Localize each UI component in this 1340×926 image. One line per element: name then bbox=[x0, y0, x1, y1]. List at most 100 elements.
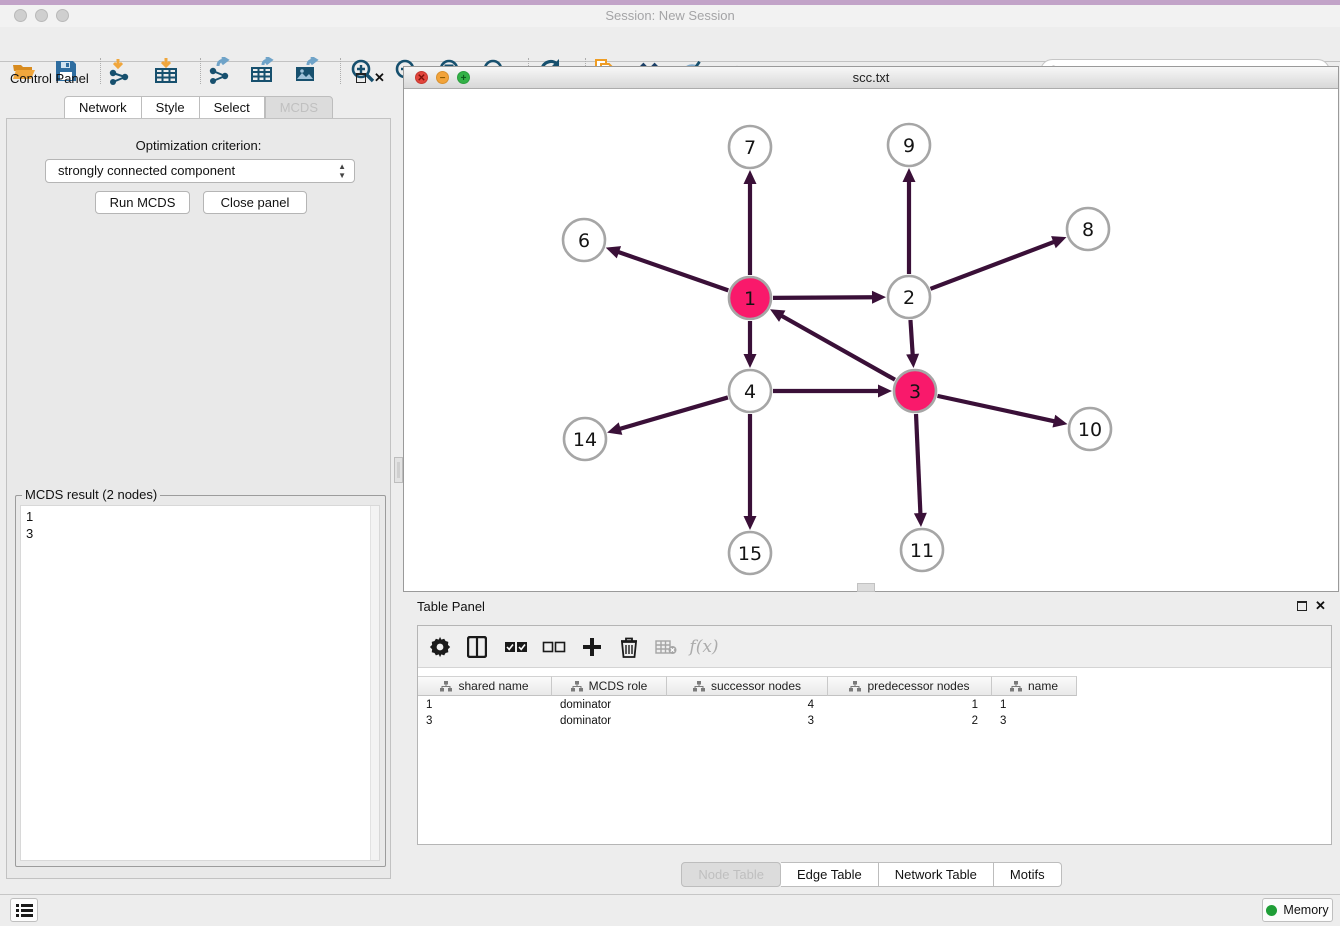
tab-node-table[interactable]: Node Table bbox=[681, 862, 781, 887]
graph-node-9[interactable]: 9 bbox=[888, 124, 930, 166]
mcds-result-title: MCDS result (2 nodes) bbox=[22, 487, 160, 502]
graph-node-6[interactable]: 6 bbox=[563, 219, 605, 261]
float-table-panel-icon[interactable] bbox=[1297, 601, 1307, 611]
graph-edge-arrowhead bbox=[906, 354, 919, 368]
table-mode-gear-button[interactable] bbox=[426, 633, 454, 661]
network-graph-canvas[interactable]: 7 9 6 8 1 2 4 3 14 10 15 11 bbox=[404, 89, 1338, 591]
graph-edge-3-10[interactable] bbox=[937, 396, 1056, 422]
svg-text:3: 3 bbox=[909, 381, 921, 403]
delete-columns-button[interactable] bbox=[615, 633, 643, 661]
tab-select[interactable]: Select bbox=[200, 96, 265, 119]
column-header-MCDS-role[interactable]: MCDS role bbox=[552, 676, 667, 696]
titlebar[interactable]: Session: New Session bbox=[0, 5, 1340, 27]
graph-node-3[interactable]: 3 bbox=[894, 370, 936, 412]
svg-text:8: 8 bbox=[1082, 219, 1094, 241]
graph-node-11[interactable]: 11 bbox=[901, 529, 943, 571]
table-panel-buttons: ✕ bbox=[1297, 601, 1326, 611]
import-network-button[interactable] bbox=[106, 57, 134, 85]
graph-edge-arrowhead bbox=[914, 513, 927, 527]
dropdown-stepper-icon: ▲▼ bbox=[338, 162, 346, 180]
memory-label: Memory bbox=[1283, 903, 1328, 917]
graph-edge-3-11[interactable] bbox=[916, 414, 920, 516]
table-cell: dominator bbox=[552, 697, 667, 713]
horizontal-split-handle[interactable] bbox=[857, 583, 875, 592]
table-row[interactable]: 3dominator323 bbox=[418, 713, 1077, 729]
import-table-button[interactable] bbox=[152, 57, 180, 85]
table-cell: 3 bbox=[418, 713, 552, 729]
close-panel-icon[interactable]: ✕ bbox=[374, 73, 385, 83]
float-panel-icon[interactable] bbox=[356, 73, 366, 83]
memory-button[interactable]: Memory bbox=[1262, 898, 1333, 922]
table-header-row: shared nameMCDS role successor nodes prede… bbox=[418, 676, 1077, 696]
export-network-button[interactable] bbox=[206, 57, 234, 85]
toolbar-separator bbox=[100, 58, 101, 84]
node-table-container: f(x) shared nameMCDS role successor nodes… bbox=[417, 625, 1332, 845]
table-panel-tabs: Node TableEdge TableNetwork TableMotifs bbox=[403, 862, 1340, 887]
tab-network[interactable]: Network bbox=[64, 96, 142, 119]
graph-edge-2-3[interactable] bbox=[910, 320, 912, 357]
column-header-name[interactable]: name bbox=[992, 676, 1077, 696]
column-header-shared-name[interactable]: shared name bbox=[418, 676, 552, 696]
window-title: Session: New Session bbox=[0, 8, 1340, 23]
memory-status-dot bbox=[1266, 905, 1277, 916]
close-panel-button[interactable]: Close panel bbox=[203, 191, 307, 214]
optimization-criterion-label: Optimization criterion: bbox=[7, 138, 390, 153]
graph-node-10[interactable]: 10 bbox=[1069, 408, 1111, 450]
graph-edge-arrowhead bbox=[744, 170, 757, 184]
toolbar-separator bbox=[200, 58, 201, 84]
tab-mcds[interactable]: MCDS bbox=[265, 96, 333, 119]
graph-node-7[interactable]: 7 bbox=[729, 126, 771, 168]
graph-node-4[interactable]: 4 bbox=[729, 370, 771, 412]
graph-node-8[interactable]: 8 bbox=[1067, 208, 1109, 250]
tab-motifs[interactable]: Motifs bbox=[994, 862, 1062, 887]
graph-node-14[interactable]: 14 bbox=[564, 418, 606, 460]
graph-node-15[interactable]: 15 bbox=[729, 532, 771, 574]
column-header-successor-nodes[interactable]: successor nodes bbox=[667, 676, 828, 696]
close-table-panel-icon[interactable]: ✕ bbox=[1315, 601, 1326, 611]
graph-edge-2-8[interactable] bbox=[931, 241, 1057, 289]
run-mcds-button[interactable]: Run MCDS bbox=[95, 191, 190, 214]
mcds-result-groupbox: MCDS result (2 nodes) 1 3 bbox=[15, 495, 386, 867]
graph-node-2[interactable]: 2 bbox=[888, 276, 930, 318]
show-columns-button[interactable] bbox=[463, 633, 491, 661]
svg-text:1: 1 bbox=[744, 288, 756, 310]
table-cell: 3 bbox=[992, 713, 1077, 729]
table-toolbar: f(x) bbox=[418, 626, 1331, 668]
graph-edge-4-14[interactable] bbox=[618, 397, 728, 429]
tab-network-table[interactable]: Network Table bbox=[879, 862, 994, 887]
table-cell: 1 bbox=[992, 697, 1077, 713]
deselect-all-rows-button[interactable] bbox=[540, 633, 568, 661]
svg-text:10: 10 bbox=[1078, 419, 1102, 441]
table-delete-icon bbox=[655, 639, 677, 655]
network-view-window: ✕ − + scc.txt 7 9 6 8 1 2 4 3 14 10 15 11 bbox=[403, 66, 1339, 592]
column-header-label: successor nodes bbox=[711, 679, 801, 693]
function-builder-button[interactable]: f(x) bbox=[690, 633, 718, 661]
import-network-icon bbox=[106, 57, 134, 85]
control-panel-tabs: NetworkStyleSelectMCDS bbox=[0, 96, 397, 119]
table-cell: 1 bbox=[828, 697, 992, 713]
result-scrollbar[interactable] bbox=[370, 506, 379, 860]
tab-edge-table[interactable]: Edge Table bbox=[781, 862, 879, 887]
tab-style[interactable]: Style bbox=[142, 96, 200, 119]
columns-icon bbox=[467, 636, 487, 658]
network-window-titlebar[interactable]: ✕ − + scc.txt bbox=[404, 67, 1338, 89]
export-image-button[interactable] bbox=[293, 57, 321, 85]
mcds-panel: Optimization criterion: strongly connect… bbox=[6, 118, 391, 879]
graph-edge-3-1[interactable] bbox=[780, 315, 895, 380]
export-table-button[interactable] bbox=[249, 57, 277, 85]
mcds-result-area[interactable]: 1 3 bbox=[20, 505, 380, 861]
vertical-split-handle[interactable] bbox=[394, 457, 403, 483]
task-history-button[interactable] bbox=[10, 898, 38, 922]
graph-node-1[interactable]: 1 bbox=[729, 277, 771, 319]
delete-table-button[interactable] bbox=[652, 633, 680, 661]
graph-edge-1-6[interactable] bbox=[616, 251, 728, 290]
trash-icon bbox=[620, 637, 638, 658]
criterion-dropdown[interactable]: strongly connected component ▲▼ bbox=[45, 159, 355, 183]
add-column-button[interactable] bbox=[578, 633, 606, 661]
column-header-predecessor-nodes[interactable]: predecessor nodes bbox=[828, 676, 992, 696]
select-all-rows-button[interactable] bbox=[502, 633, 530, 661]
unchecked-boxes-icon bbox=[542, 640, 566, 654]
svg-text:6: 6 bbox=[578, 230, 590, 252]
table-row[interactable]: 1dominator411 bbox=[418, 697, 1077, 713]
graph-edge-1-2[interactable] bbox=[773, 297, 875, 298]
